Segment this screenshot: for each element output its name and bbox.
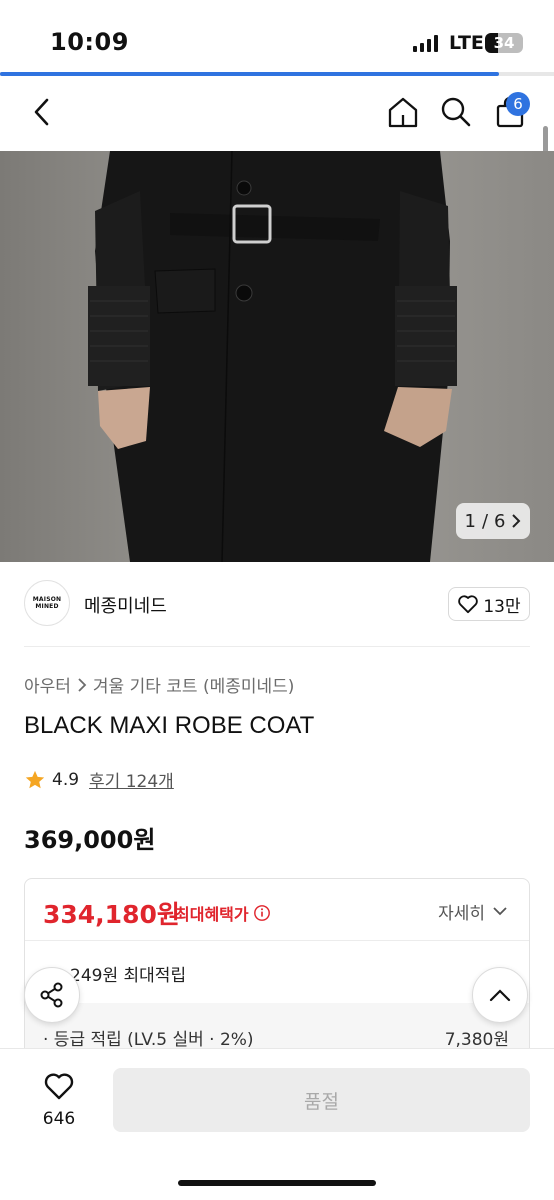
rating-row[interactable]: 4.9 후기 124개: [24, 767, 174, 792]
heart-icon: [44, 1073, 74, 1100]
status-bar: 10:09 LTE 34: [0, 0, 554, 72]
points-item-value: 7,380원: [444, 1030, 509, 1050]
benefit-header[interactable]: 334,180원 최대혜택가 자세히: [25, 879, 529, 941]
points-item-label: · 등급 적립 (LV.5 실버 · 2%): [43, 1030, 254, 1050]
home-button[interactable]: [385, 94, 421, 130]
battery-icon: 34: [485, 33, 523, 53]
wish-button[interactable]: 646: [24, 1071, 94, 1129]
brand-like-count: 13만: [483, 596, 521, 617]
share-button[interactable]: [24, 967, 80, 1023]
chevron-up-icon: [489, 989, 511, 1002]
home-icon: [388, 97, 418, 128]
detail-label: 자세히: [438, 904, 485, 924]
network-label: LTE: [449, 32, 484, 54]
product-title: BLACK MAXI ROBE COAT: [24, 712, 315, 739]
chevron-right-icon: [78, 677, 87, 692]
sold-out-button[interactable]: 품절: [113, 1068, 530, 1132]
chevron-left-icon: [34, 98, 49, 126]
chevron-down-icon: [493, 907, 507, 916]
benefit-box: 334,180원 최대혜택가 자세히 11,249원 최대적립 · 등급 적립 …: [24, 878, 530, 1068]
top-nav: [0, 76, 554, 151]
back-button[interactable]: [24, 94, 60, 130]
product-image[interactable]: [0, 151, 554, 562]
gallery-pager[interactable]: 1 / 6: [456, 503, 530, 539]
status-time: 10:09: [50, 28, 129, 56]
product-price: 369,000원: [24, 826, 156, 854]
brand-row[interactable]: MAISON MINED 메종미네드 13만: [24, 580, 530, 628]
chevron-right-icon: [512, 514, 521, 528]
coat-photo: [0, 151, 554, 562]
detail-toggle[interactable]: 자세히: [438, 899, 507, 924]
rating-score: 4.9: [52, 769, 80, 790]
brand-logo[interactable]: MAISON MINED: [24, 580, 70, 626]
gallery-separator: /: [481, 510, 489, 532]
share-icon: [40, 982, 63, 1008]
home-indicator: [178, 1180, 376, 1186]
signal-icon: [413, 35, 438, 52]
bottom-bar: 646 품절: [0, 1048, 554, 1200]
sale-label-text: 최대혜택가: [175, 905, 249, 924]
gallery-total: 6: [494, 510, 506, 532]
brand-name[interactable]: 메종미네드: [84, 592, 167, 618]
heart-icon: [458, 595, 479, 614]
search-button[interactable]: [438, 94, 474, 130]
info-icon[interactable]: [253, 904, 271, 922]
sale-label: 최대혜택가: [175, 901, 271, 925]
star-icon: [25, 770, 45, 788]
breadcrumb-item[interactable]: 겨울 기타 코트 (메종미네드): [93, 672, 295, 697]
divider: [24, 646, 530, 647]
search-icon: [441, 97, 471, 127]
gallery-current: 1: [464, 510, 476, 532]
breadcrumb-item[interactable]: 아우터: [24, 672, 71, 697]
review-link[interactable]: 후기 124개: [89, 767, 174, 792]
wish-count: 646: [42, 1109, 76, 1129]
breadcrumb[interactable]: 아우터 겨울 기타 코트 (메종미네드): [24, 672, 294, 697]
sale-price: 334,180원: [43, 900, 180, 929]
cart-count-badge: 6: [506, 92, 530, 116]
battery-level: 34: [493, 34, 515, 52]
scroll-top-button[interactable]: [472, 967, 528, 1023]
brand-like-button[interactable]: 13만: [448, 587, 530, 621]
